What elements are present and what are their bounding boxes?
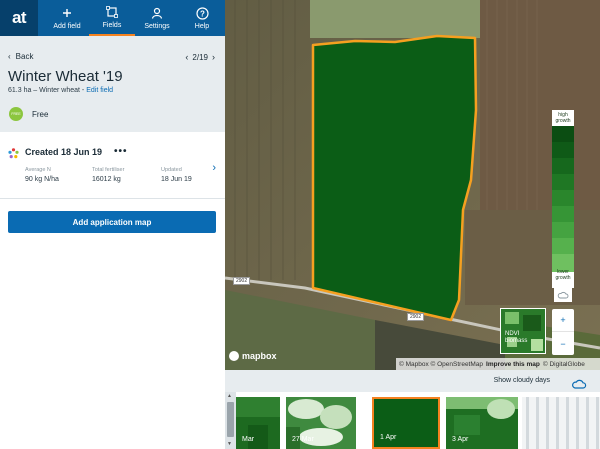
more-options-icon[interactable]: ••• bbox=[114, 146, 128, 157]
scroll-up-arrow-icon[interactable]: ▲ bbox=[227, 393, 232, 399]
stat-average-n-label: Average N bbox=[25, 167, 51, 173]
add-application-map-button[interactable]: Add application map bbox=[8, 211, 216, 233]
field-details-panel: ‹ Back ‹ 2/19 › Winter Wheat '19 61.3 ha… bbox=[0, 36, 225, 449]
nav-add-field[interactable]: Add field bbox=[50, 0, 84, 36]
thumbnail-date: 3 Apr bbox=[452, 436, 469, 443]
field-title: Winter Wheat '19 bbox=[8, 68, 123, 85]
improve-map-link[interactable]: Improve this map bbox=[486, 361, 540, 368]
nav-settings[interactable]: Settings bbox=[140, 0, 174, 36]
show-cloudy-days-label[interactable]: Show cloudy days bbox=[494, 377, 550, 384]
stat-average-n: Average N 90 kg N/ha bbox=[25, 167, 59, 183]
chevron-right-icon[interactable]: › bbox=[212, 162, 216, 174]
back-label: Back bbox=[15, 52, 34, 61]
application-map-colorful-icon bbox=[8, 146, 19, 159]
road-label: 2902 bbox=[233, 277, 251, 285]
thumbnail-image bbox=[522, 397, 600, 449]
person-icon bbox=[151, 6, 163, 20]
zoom-out-button[interactable]: − bbox=[552, 332, 574, 355]
top-navigation-bar: at Add field Fields Settings ? Help bbox=[0, 0, 225, 36]
timeline-thumbnail[interactable]: Mar bbox=[236, 397, 280, 449]
attribution-digitalglobe: © DigitalGlobe bbox=[542, 360, 585, 368]
road-label-2: 2902 bbox=[407, 313, 425, 321]
attribution-mapbox-osm: © Mapbox © OpenStreetMap bbox=[399, 360, 484, 368]
app-logo-text: at bbox=[11, 8, 27, 27]
stat-updated-label: Updated bbox=[161, 167, 182, 173]
thumbnail-date: Mar bbox=[242, 436, 255, 443]
biomass-label: biomass bbox=[505, 338, 528, 344]
thumbnail-date: 27 Mar bbox=[292, 436, 314, 443]
divider bbox=[0, 198, 225, 199]
stat-average-n-value: 90 kg N/ha bbox=[25, 176, 59, 183]
application-map-row[interactable]: Created 18 Jun 19 ••• bbox=[8, 146, 128, 159]
app-logo[interactable]: at bbox=[0, 0, 38, 36]
chevron-left-icon: ‹ bbox=[8, 52, 11, 61]
mapbox-logo-text: mapbox bbox=[242, 351, 277, 361]
ndvi-text: NDVI biomass bbox=[505, 331, 527, 345]
mapbox-logo-icon bbox=[229, 351, 239, 361]
edit-field-link[interactable]: Edit field bbox=[86, 87, 113, 94]
ndvi-biomass-layer-button[interactable]: NDVI biomass bbox=[500, 308, 546, 354]
timeline-thumbnail-selected[interactable]: 1 Apr bbox=[372, 397, 440, 449]
ndvi-label: NDVI bbox=[505, 331, 520, 337]
zoom-control: + − bbox=[552, 309, 574, 355]
previous-field-chevron-icon[interactable]: ‹ bbox=[185, 52, 188, 62]
timeline-thumbnail[interactable]: 27 Mar bbox=[286, 397, 356, 449]
nav-add-field-label: Add field bbox=[53, 23, 81, 30]
scrollbar-handle[interactable] bbox=[227, 402, 234, 437]
question-icon: ? bbox=[195, 6, 209, 20]
stat-total-fertiliser-value: 16012 kg bbox=[92, 176, 121, 183]
nav-fields[interactable]: Fields bbox=[89, 0, 135, 36]
field-area-crop: 61.3 ha – Winter wheat - bbox=[8, 87, 87, 94]
field-header: ‹ Back ‹ 2/19 › Winter Wheat '19 61.3 ha… bbox=[0, 36, 225, 132]
free-plan-badge-icon: FREE bbox=[9, 107, 23, 121]
legend-color-scale bbox=[552, 126, 574, 272]
created-date-label: Created 18 Jun 19 bbox=[25, 146, 103, 157]
nav-help[interactable]: ? Help bbox=[186, 0, 218, 36]
timeline-thumbnail[interactable]: 3 Apr bbox=[446, 397, 518, 449]
mapbox-logo[interactable]: mapbox bbox=[229, 351, 277, 361]
nav-help-label: Help bbox=[194, 23, 210, 30]
thumbnail-date: 1 Apr bbox=[380, 434, 397, 441]
field-square-icon bbox=[106, 5, 118, 19]
scroll-down-arrow-icon[interactable]: ▼ bbox=[227, 441, 232, 447]
back-button[interactable]: ‹ Back bbox=[8, 52, 33, 61]
stat-updated-value: 18 Jun 19 bbox=[161, 176, 192, 183]
cloudy-days-bar: Show cloudy days bbox=[225, 370, 600, 392]
legend-high-label: high growth bbox=[555, 112, 571, 124]
nav-fields-label: Fields bbox=[102, 22, 122, 29]
plan-label: Free bbox=[32, 110, 49, 119]
zoom-in-button[interactable]: + bbox=[552, 309, 574, 332]
pager-text: 2/19 bbox=[192, 52, 208, 62]
nav-settings-label: Settings bbox=[144, 23, 170, 30]
field-pager: ‹ 2/19 › bbox=[185, 52, 215, 62]
legend-low-label: lower growth bbox=[555, 269, 571, 281]
growth-legend: high growth lower growth bbox=[552, 110, 574, 288]
plus-icon bbox=[62, 6, 72, 20]
stat-total-fertiliser: Total fertiliser 16012 kg bbox=[92, 167, 124, 183]
field-subtitle: 61.3 ha – Winter wheat - Edit field bbox=[8, 87, 113, 94]
timeline-scrollbar[interactable]: ▲ ▼ bbox=[225, 392, 236, 449]
imagery-timeline: ▲ ▼ Mar 27 Mar 1 Apr 3 Apr bbox=[225, 392, 600, 449]
svg-text:?: ? bbox=[200, 9, 205, 18]
timeline-thumbnail-cloudy[interactable] bbox=[522, 397, 600, 449]
cloud-toggle-icon[interactable] bbox=[554, 288, 572, 302]
stat-updated: Updated 18 Jun 19 bbox=[161, 167, 192, 183]
map-attribution: © Mapbox © OpenStreetMap Improve this ma… bbox=[396, 358, 600, 370]
stat-total-fertiliser-label: Total fertiliser bbox=[92, 167, 125, 173]
next-field-chevron-icon[interactable]: › bbox=[212, 52, 215, 62]
